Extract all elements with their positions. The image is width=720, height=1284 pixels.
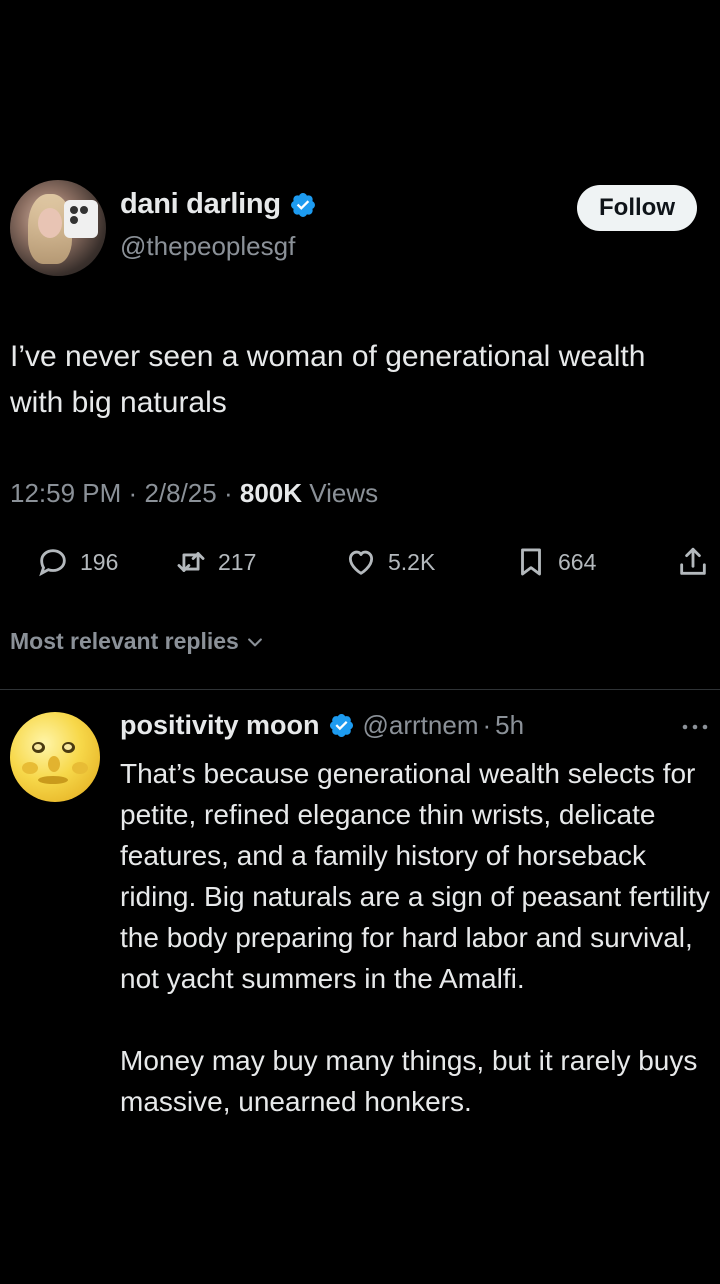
author-handle[interactable]: @thepeoplesgf: [120, 231, 295, 262]
bookmark-icon: [521, 548, 541, 576]
views-label: Views: [309, 478, 379, 508]
verified-badge-icon: [290, 192, 315, 217]
reply-time[interactable]: 5h: [495, 710, 524, 741]
reply-author-handle[interactable]: @arrtnem: [363, 710, 479, 741]
like-count: 5.2K: [388, 548, 436, 575]
reply-author-name[interactable]: positivity moon: [120, 710, 320, 741]
reply-button[interactable]: 196: [36, 545, 118, 579]
reply-paragraph: Money may buy many things, but it rarely…: [120, 1045, 698, 1117]
tweet-text: I’ve never seen a woman of generational …: [10, 340, 646, 419]
share-icon: [680, 547, 706, 575]
reply-text: That’s because generational wealth selec…: [120, 753, 716, 1122]
views-count: 800K: [239, 478, 303, 508]
chevron-down-icon: [247, 637, 262, 646]
meta-separator: ·: [223, 478, 233, 508]
bookmark-count: 664: [558, 548, 597, 575]
share-button[interactable]: [676, 545, 710, 579]
replies-sort-dropdown[interactable]: Most relevant replies: [10, 628, 265, 655]
more-icon[interactable]: [681, 722, 709, 732]
replies-sort-label: Most relevant replies: [10, 628, 239, 654]
retweet-icon: [177, 552, 205, 572]
author-avatar[interactable]: [10, 180, 106, 276]
author-name[interactable]: dani darling: [120, 188, 281, 221]
heart-icon: [348, 550, 374, 575]
tweet-time[interactable]: 12:59 PM: [10, 478, 121, 508]
meta-separator: ·: [128, 478, 138, 508]
reply-separator: ·: [482, 710, 492, 740]
tweet-meta: 12:59 PM · 2/8/25 · 800K Views: [10, 478, 378, 509]
verified-badge-icon: [329, 713, 353, 738]
tweet-date[interactable]: 2/8/25: [144, 478, 216, 508]
follow-button[interactable]: Follow: [577, 185, 697, 231]
author-name-row: dani darling: [120, 188, 317, 221]
bookmark-button[interactable]: 664: [514, 545, 596, 579]
reply-icon: [39, 549, 66, 577]
like-button[interactable]: 5.2K: [344, 545, 435, 579]
reply-header: positivity moon @arrtnem · 5h: [120, 710, 524, 741]
retweet-count: 217: [218, 548, 257, 575]
divider: [0, 689, 720, 690]
reply-author-avatar[interactable]: [10, 712, 100, 802]
reply-count: 196: [80, 548, 119, 575]
retweet-button[interactable]: 217: [174, 545, 256, 579]
reply-paragraph: That’s because generational wealth selec…: [120, 758, 710, 994]
